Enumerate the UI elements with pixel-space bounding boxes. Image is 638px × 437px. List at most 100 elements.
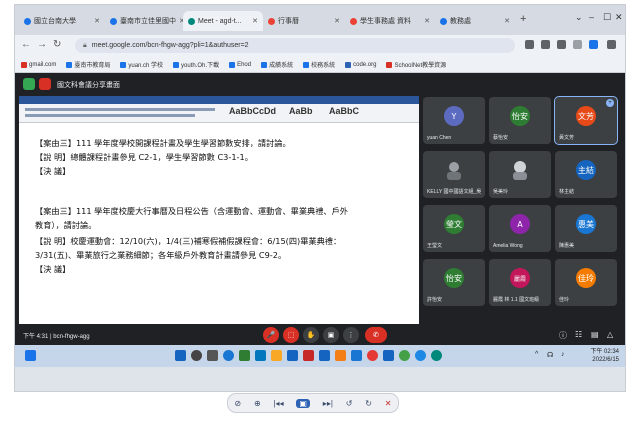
- bookmark-item[interactable]: 校務系統: [303, 60, 335, 69]
- info-icon[interactable]: ⓘ: [559, 330, 567, 341]
- close-icon[interactable]: ✕: [252, 17, 258, 25]
- maximize-icon[interactable]: ☐: [603, 12, 611, 23]
- star-icon[interactable]: [573, 40, 582, 49]
- share-icon[interactable]: [557, 40, 566, 49]
- app-icon[interactable]: [431, 350, 442, 361]
- search-icon[interactable]: [191, 350, 202, 361]
- doc-line: 【案由三】111 學年度學校開課程計畫及學生學習節數安排，請討論。: [35, 138, 291, 148]
- camera-permission-icon[interactable]: [525, 40, 534, 49]
- page-view-icon[interactable]: ▣: [296, 398, 310, 408]
- lock-icon: 🔒︎: [83, 41, 87, 49]
- zoom-out-icon[interactable]: ⊘: [234, 399, 241, 408]
- bookmark-item[interactable]: 成績系統: [261, 60, 293, 69]
- avatar: 怡安: [510, 106, 530, 126]
- more-options-icon[interactable]: +: [606, 99, 614, 107]
- participant-name: 許怡安: [427, 297, 443, 303]
- app-icon[interactable]: [351, 350, 362, 361]
- app-icon[interactable]: [319, 350, 330, 361]
- tab-favicon-icon: [440, 17, 447, 25]
- bookmark-item[interactable]: SchoolNet教學資源: [386, 60, 446, 69]
- rotate-left-icon[interactable]: ↺: [346, 399, 353, 408]
- participant-tile[interactable]: 怡安 蔡怡安: [489, 97, 551, 144]
- app-icon[interactable]: [287, 350, 298, 361]
- participant-tile[interactable]: Y yuan Chen: [423, 97, 485, 144]
- people-icon[interactable]: ☷: [575, 330, 582, 339]
- volume-icon[interactable]: ♪: [561, 351, 565, 358]
- camera-off-button[interactable]: ⬚: [283, 327, 299, 343]
- profile-avatar-icon[interactable]: [607, 40, 616, 49]
- avatar: 瑩文: [444, 214, 464, 234]
- close-icon[interactable]: ✕: [334, 17, 340, 25]
- last-page-icon[interactable]: ▸▸|: [323, 399, 333, 408]
- app-icon[interactable]: [255, 350, 266, 361]
- mic-off-button[interactable]: 🎤: [263, 327, 279, 343]
- wifi-icon[interactable]: ☊: [547, 351, 553, 359]
- close-window-icon[interactable]: ✕: [615, 12, 623, 23]
- browser-tab-3[interactable]: Meet - agd-t... ✕: [183, 11, 263, 31]
- start-icon[interactable]: [175, 350, 186, 361]
- bookmark-item[interactable]: Ehod: [229, 61, 251, 68]
- bookmarks-bar: gmail.com 臺南市教育局 yuan.ch 学校 youth.Oh.下載 …: [15, 57, 625, 73]
- new-tab-button[interactable]: +: [520, 13, 526, 25]
- bookmark-item[interactable]: yuan.ch 学校: [120, 60, 163, 69]
- participant-tile[interactable]: KELLY 國中國語文組_吳: [423, 151, 485, 198]
- taskbar-clock[interactable]: 下午 02:34 2022/6/15: [590, 348, 619, 364]
- chat-icon[interactable]: ▤: [591, 330, 599, 339]
- tray-chevron-icon[interactable]: ^: [535, 351, 538, 358]
- bookmark-item[interactable]: youth.Oh.下載: [173, 60, 219, 69]
- more-options-button[interactable]: ⋮: [343, 327, 359, 343]
- browser-tab-1[interactable]: 國立台南大學 ✕: [19, 11, 105, 31]
- bookmark-item[interactable]: 臺南市教育局: [66, 60, 110, 69]
- browser-tab-5[interactable]: 學生事務處 資料 ✕: [345, 11, 435, 31]
- minimize-icon[interactable]: –: [589, 12, 594, 22]
- doc-line: 教育），請討論。: [35, 220, 97, 230]
- app-icon[interactable]: [303, 350, 314, 361]
- activities-icon[interactable]: △: [607, 330, 613, 339]
- participant-tile[interactable]: 主結 林主結: [555, 151, 617, 198]
- close-icon[interactable]: ✕: [94, 17, 100, 25]
- participant-tile[interactable]: + 文芳 黃文芳: [554, 96, 618, 145]
- search-icon[interactable]: [541, 40, 550, 49]
- document-body: 【案由三】111 學年度學校開課程計畫及學生學習節數安排，請討論。 【說 明】總…: [19, 123, 419, 323]
- file-explorer-icon[interactable]: [271, 350, 282, 361]
- avatar: 麗霞: [510, 268, 530, 288]
- back-arrow-icon[interactable]: ←: [21, 39, 31, 50]
- app-icon[interactable]: [399, 350, 410, 361]
- close-icon[interactable]: ✕: [385, 399, 392, 408]
- app-icon[interactable]: [335, 350, 346, 361]
- participant-tile[interactable]: 佳玲 佳玲: [555, 259, 617, 306]
- edge-icon[interactable]: [223, 350, 234, 361]
- raise-hand-button[interactable]: ✋: [303, 327, 319, 343]
- bookmark-item[interactable]: gmail.com: [21, 61, 56, 68]
- participant-tile[interactable]: 惠美 陳惠美: [555, 205, 617, 252]
- leave-call-button[interactable]: ✆: [365, 327, 387, 343]
- rotate-right-icon[interactable]: ↻: [365, 399, 372, 408]
- forward-arrow-icon[interactable]: →: [37, 39, 47, 50]
- app-icon[interactable]: [239, 350, 250, 361]
- browser-tab-6[interactable]: 教務處 ✕: [435, 11, 515, 31]
- browser-tab-4[interactable]: 行事曆 ✕: [263, 11, 345, 31]
- url-input[interactable]: 🔒︎ meet.google.com/bcn-fhgw-agg?pli=1&au…: [75, 38, 515, 53]
- app-icon[interactable]: [415, 350, 426, 361]
- close-icon[interactable]: ✕: [504, 17, 510, 25]
- close-icon[interactable]: ✕: [424, 17, 430, 25]
- bookmark-item[interactable]: code.org: [345, 61, 376, 68]
- extension-icon[interactable]: [589, 40, 598, 49]
- chevron-down-icon[interactable]: ⌄: [575, 12, 583, 23]
- participant-tile[interactable]: 瑩文 王瑩文: [423, 205, 485, 252]
- app-icon[interactable]: [383, 350, 394, 361]
- participant-name: KELLY 國中國語文組_吳: [427, 189, 482, 195]
- present-button[interactable]: ▣: [323, 327, 339, 343]
- chrome-icon[interactable]: [367, 350, 378, 361]
- widgets-icon[interactable]: [25, 350, 36, 361]
- first-page-icon[interactable]: |◂◂: [273, 399, 283, 408]
- zoom-in-icon[interactable]: ⊕: [254, 399, 261, 408]
- participant-tile[interactable]: 吳美玲: [489, 151, 551, 198]
- participant-tile[interactable]: 怡安 許怡安: [423, 259, 485, 306]
- participant-tile[interactable]: A Amelia Wong: [489, 205, 551, 252]
- participant-tile[interactable]: 麗霞 麗霞 林 1.1 國文班級: [489, 259, 551, 306]
- bookmark-icon: [120, 61, 127, 68]
- browser-tab-2[interactable]: 臺南市立佳里國中✕: [105, 11, 183, 31]
- reload-icon[interactable]: ↻: [53, 39, 61, 50]
- task-view-icon[interactable]: [207, 350, 218, 361]
